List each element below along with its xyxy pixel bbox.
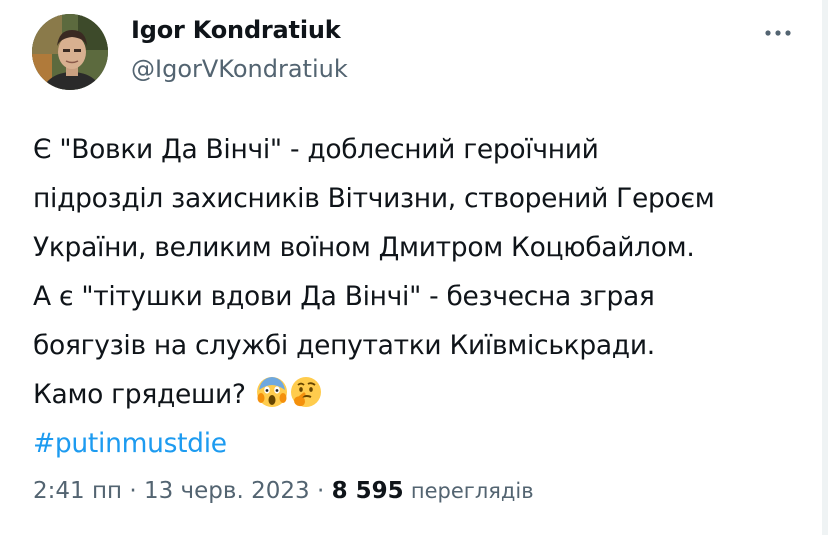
tweet-line-question: Камо грядеши? bbox=[33, 370, 813, 419]
meta-separator: · bbox=[316, 478, 325, 504]
scroll-edge bbox=[822, 0, 828, 535]
more-dots-icon bbox=[765, 30, 791, 36]
tweet-question-text: Камо грядеши? bbox=[33, 379, 246, 410]
tweet-line: А є "тітушки вдови Да Вінчі" - безчесна … bbox=[33, 281, 655, 312]
meta-separator: · bbox=[129, 478, 137, 504]
avatar[interactable] bbox=[32, 14, 108, 90]
more-options-button[interactable] bbox=[758, 18, 798, 48]
thinking-face-icon bbox=[290, 377, 321, 407]
hashtag-link[interactable]: #putinmustdie bbox=[33, 419, 813, 468]
tweet-date[interactable]: 13 черв. 2023 bbox=[144, 478, 310, 504]
views-count: 8 595 bbox=[331, 478, 404, 504]
author-display-name[interactable]: Igor Kondratiuk bbox=[131, 16, 341, 44]
author-handle[interactable]: @IgorVKondratiuk bbox=[131, 55, 348, 83]
tweet-line: України, великим воїном Дмитром Коцюбайл… bbox=[33, 232, 695, 263]
tweet-text: Є "Вовки Да Вінчі" - доблесний героїчний… bbox=[33, 125, 813, 468]
face-screaming-in-fear-icon bbox=[256, 377, 287, 407]
tweet-line: боягузів на службі депутатки Київміськра… bbox=[33, 330, 655, 361]
avatar-photo bbox=[32, 14, 108, 90]
views-label: переглядів bbox=[410, 479, 534, 503]
tweet-line: підрозділ захисників Вітчизни, створений… bbox=[33, 183, 715, 214]
tweet-line: Є "Вовки Да Вінчі" - доблесний героїчний bbox=[33, 134, 599, 165]
tweet-meta: 2:41 пп · 13 черв. 2023 · 8 595 перегляд… bbox=[33, 478, 534, 504]
tweet-time[interactable]: 2:41 пп bbox=[33, 478, 122, 504]
